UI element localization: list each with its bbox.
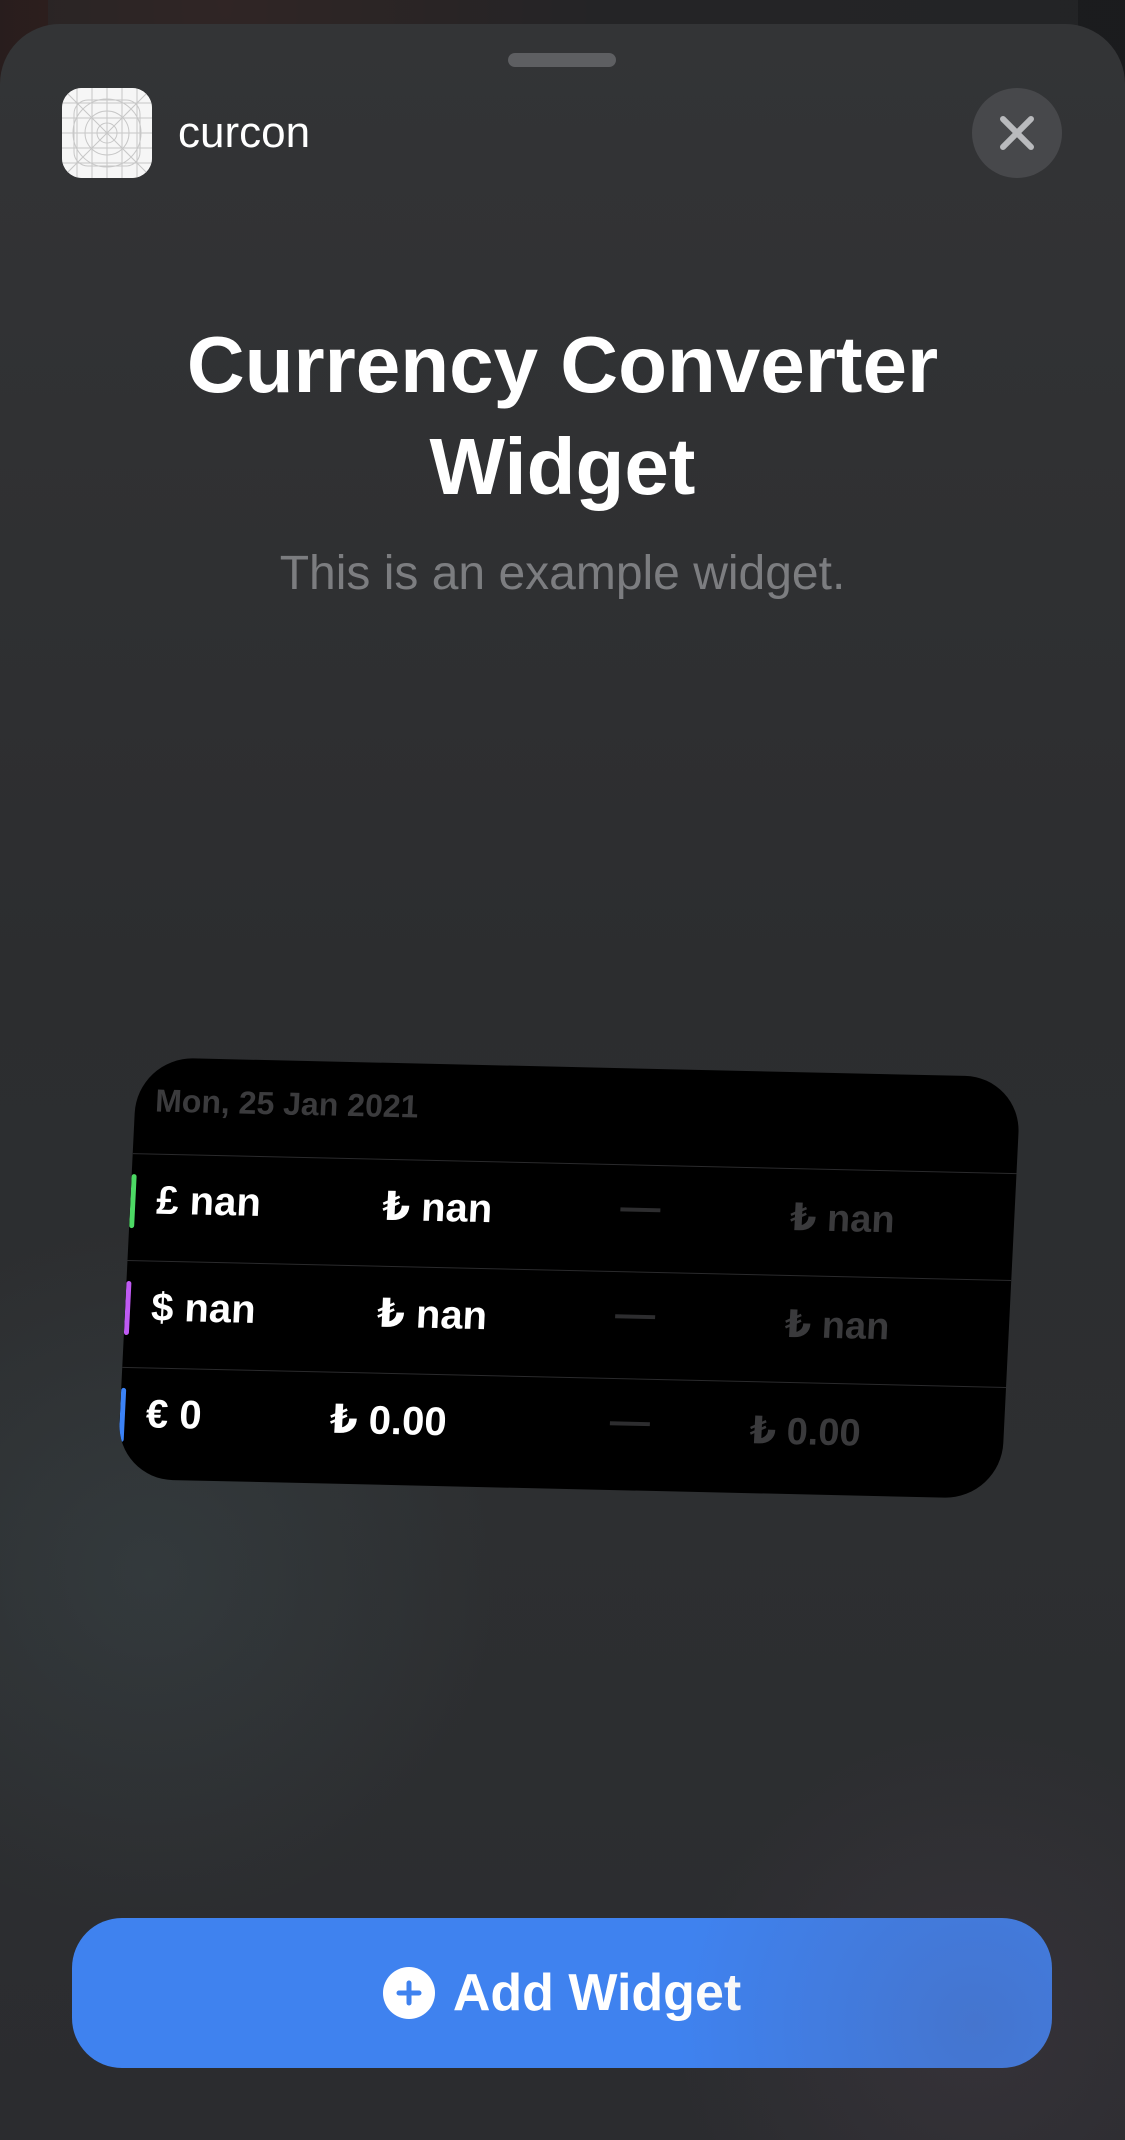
widget-date: Mon, 25 Jan 2021 <box>154 1082 420 1125</box>
plus-circle-icon <box>382 1967 435 2019</box>
widget-row-gbp: £ nan ₺ nan — ₺ nan <box>127 1153 1017 1281</box>
row-separator: — <box>619 1185 662 1231</box>
row-separator: — <box>608 1398 652 1444</box>
widget-title-line2: Widget <box>429 422 696 511</box>
add-widget-button[interactable]: Add Widget <box>72 1918 1052 2068</box>
widget-title: Currency Converter Widget <box>0 314 1125 518</box>
row-from-amount: $ nan <box>150 1285 257 1332</box>
app-grid-icon <box>62 88 152 178</box>
row-to-amount: ₺ nan <box>376 1291 489 1339</box>
app-name: curcon <box>178 108 311 157</box>
row-to-amount: ₺ 0.00 <box>328 1397 448 1445</box>
close-icon <box>1000 116 1034 150</box>
add-widget-label: Add Widget <box>452 1964 742 2022</box>
widget-gallery-sheet: curcon Currency Converter Widget This is… <box>0 24 1125 2140</box>
widget-row-usd: $ nan ₺ nan — ₺ nan <box>122 1259 1012 1387</box>
row-rate: ₺ 0.00 <box>748 1410 862 1455</box>
close-button[interactable] <box>972 88 1062 178</box>
row-from-amount: £ nan <box>155 1178 262 1225</box>
widget-row-eur: € 0 ₺ 0.00 — ₺ 0.00 <box>117 1366 1007 1494</box>
row-from-amount: € 0 <box>144 1392 203 1438</box>
row-accent-bar <box>118 1387 127 1442</box>
row-separator: — <box>614 1292 657 1337</box>
row-accent-bar <box>129 1174 137 1229</box>
sheet-grabber[interactable] <box>508 53 616 67</box>
row-rate: ₺ nan <box>783 1303 891 1349</box>
row-rate: ₺ nan <box>789 1197 896 1242</box>
widget-title-line1: Currency Converter <box>186 320 939 409</box>
widget-description: This is an example widget. <box>279 547 846 600</box>
widget-preview[interactable]: Mon, 25 Jan 2021 £ nan ₺ nan — ₺ nan $ n… <box>116 1057 1022 1499</box>
row-accent-bar <box>123 1280 132 1336</box>
row-to-amount: ₺ nan <box>381 1184 494 1232</box>
